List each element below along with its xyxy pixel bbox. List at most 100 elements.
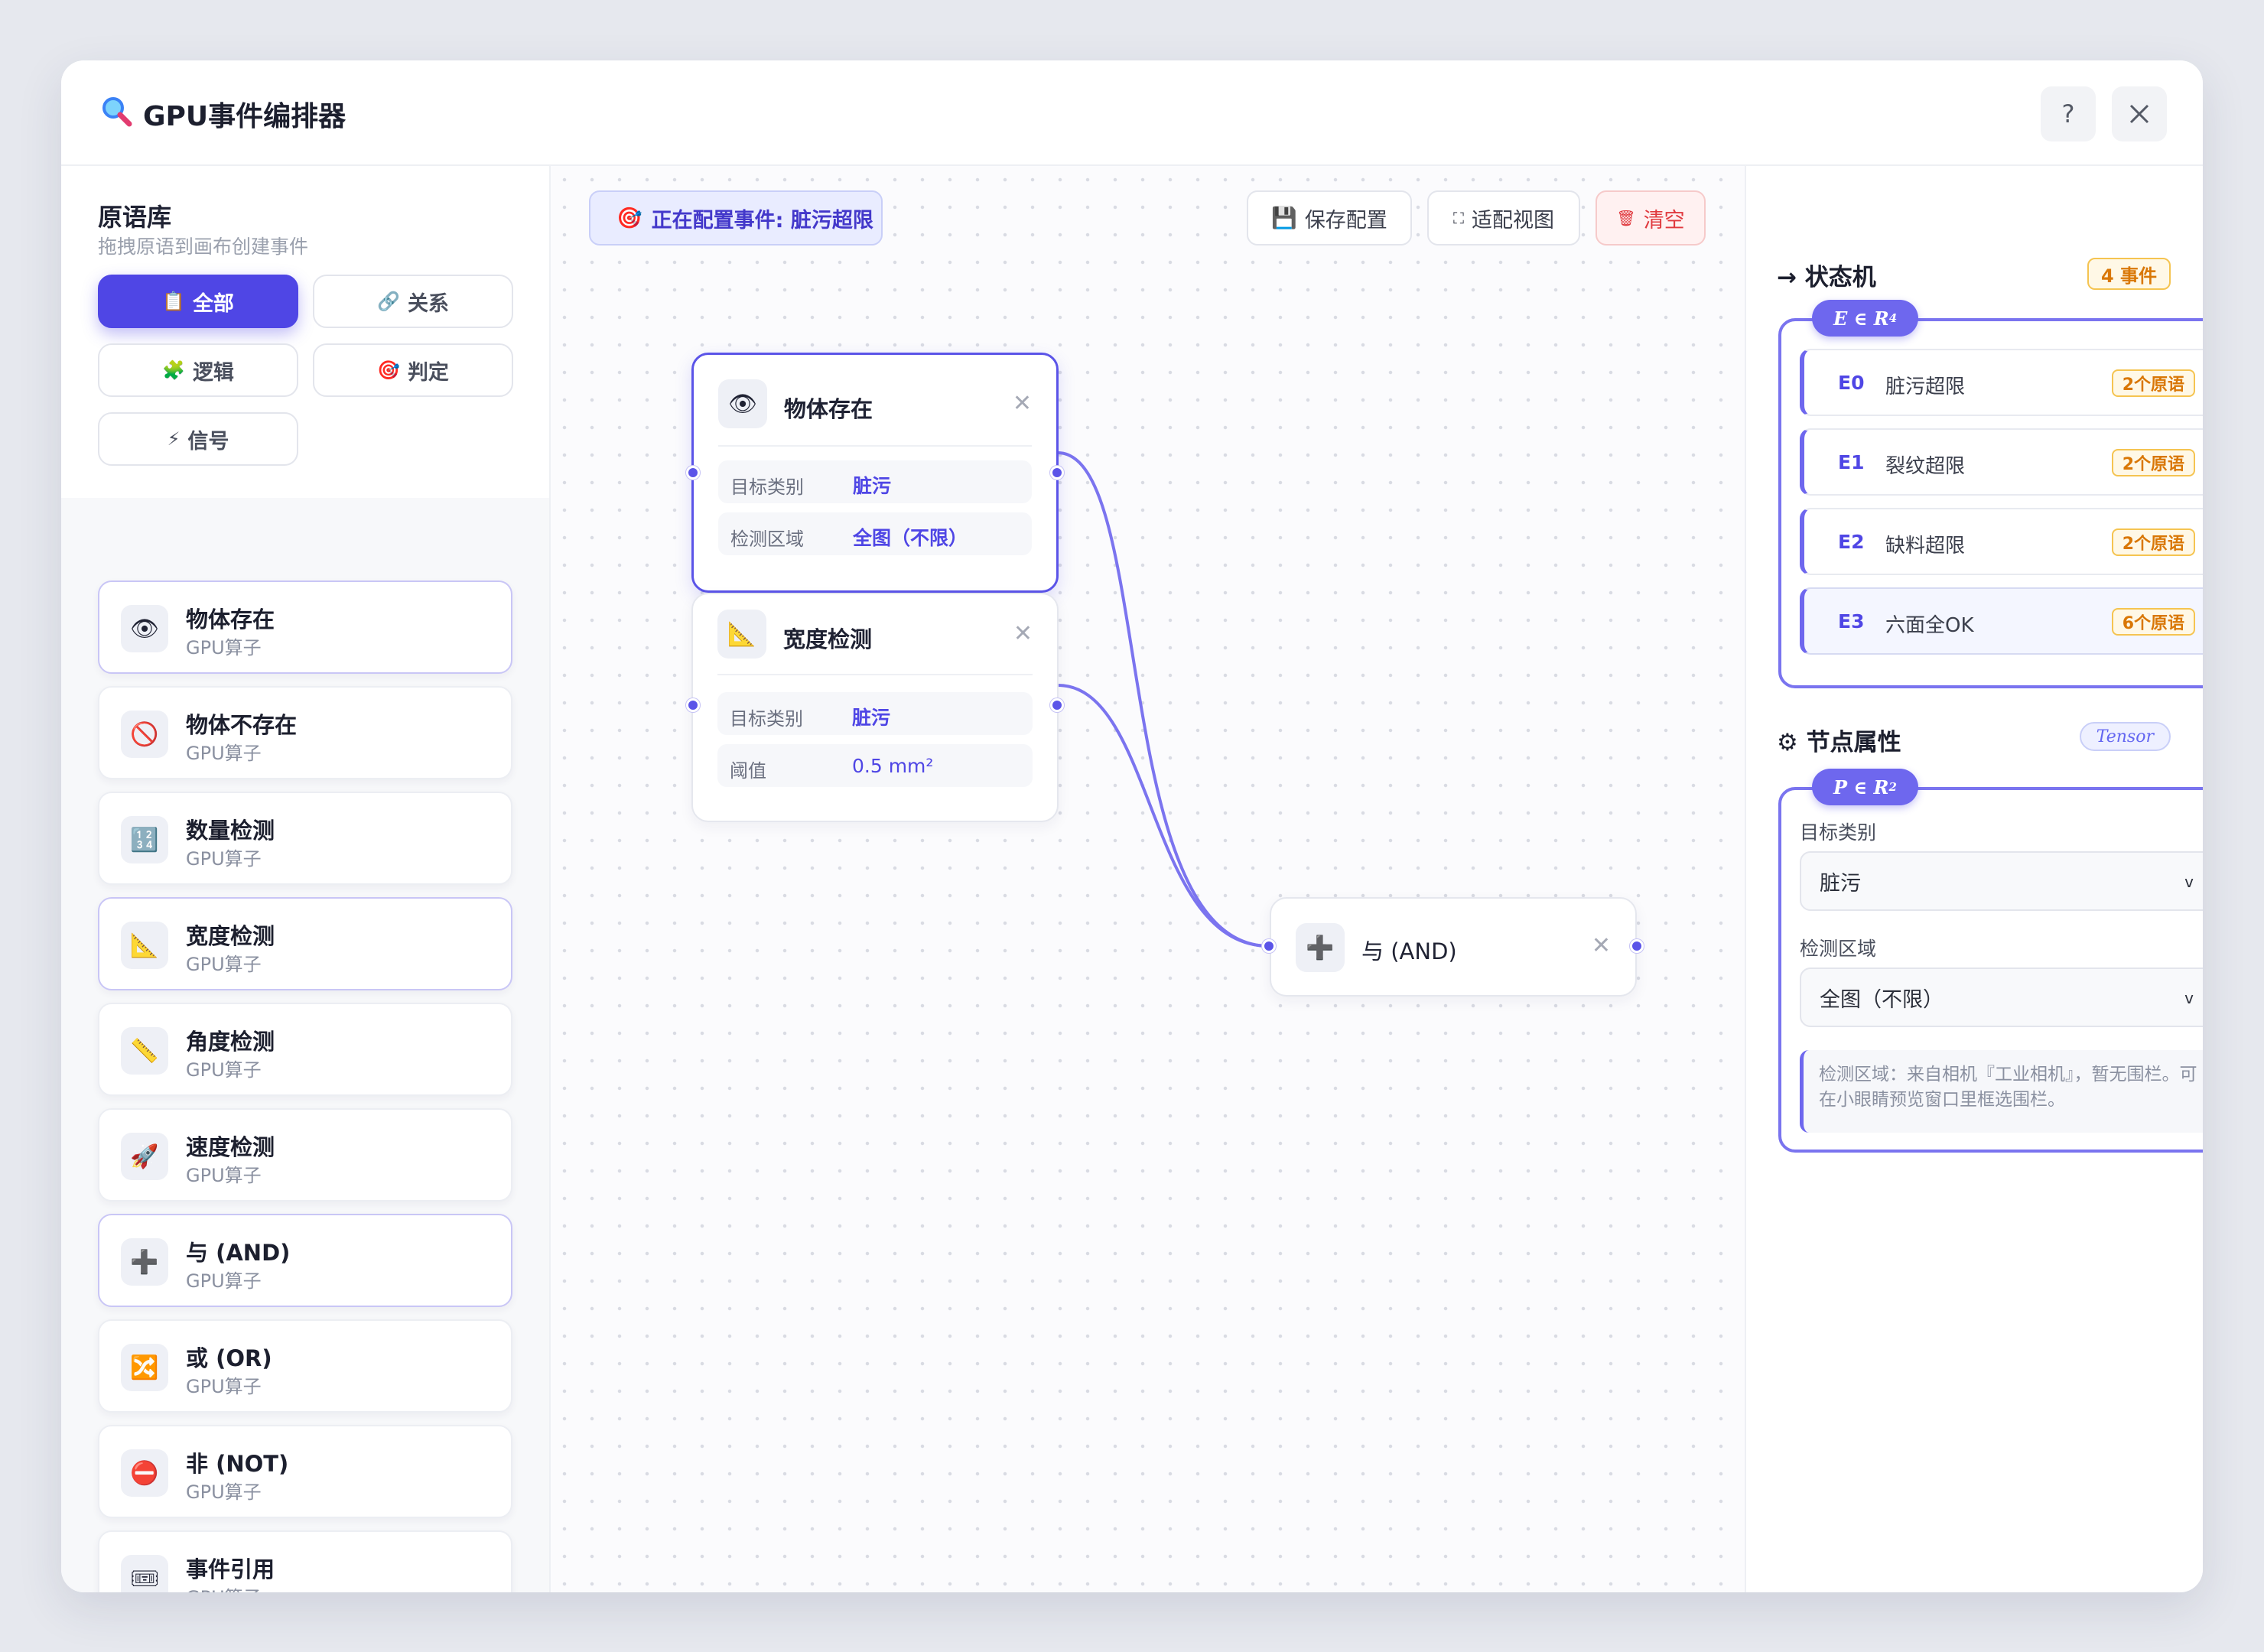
configuring-event-chip: 🎯 正在配置事件: 脏污超限 [589, 190, 883, 246]
param-value: 脏污 [853, 475, 892, 497]
node-and[interactable]: ➕ 与 (AND) ✕ [1270, 897, 1637, 997]
primitive-count-badge: 6个原语 [2111, 608, 2195, 636]
primitive-width-check[interactable]: 📐 宽度检测 GPU算子 [98, 897, 512, 990]
primitive-object-exists[interactable]: 👁 物体存在 GPU算子 [98, 580, 512, 674]
primitive-type: GPU算子 [186, 1582, 262, 1592]
filter-label: 信号 [187, 429, 229, 454]
pill-sup: 4 [1888, 311, 1898, 325]
clipboard-icon: 📋 [162, 291, 185, 312]
wire-exist-to-and [1057, 451, 1270, 948]
save-config-button[interactable]: 💾 保存配置 [1247, 190, 1412, 246]
param-key: 阈值 [730, 760, 766, 782]
node-and-output-port[interactable] [1630, 939, 1644, 953]
fit-view-button[interactable]: ⛶ 适配视图 [1427, 190, 1580, 246]
primitive-or[interactable]: 🔀 或 (OR) GPU算子 [98, 1319, 512, 1413]
node-param-row[interactable]: 检测区域 全图（不限） [718, 512, 1032, 555]
target-icon: 🎯 [377, 359, 400, 381]
event-item-e0[interactable]: E0 脏污超限 2个原语 [1800, 349, 2203, 416]
chevron-down-icon: v [2184, 989, 2194, 1007]
event-name: 脏污超限 [1885, 376, 1966, 398]
node-close-icon[interactable]: ✕ [1592, 932, 1611, 959]
node-props-box: P ∈ R2 目标类别 脏污 v 检测区域 全图（不限） v 检测区域：来自相机… [1778, 769, 2203, 1153]
help-button[interactable]: ? [2041, 86, 2096, 141]
filter-label: 全部 [192, 291, 234, 316]
primitive-and[interactable]: ➕ 与 (AND) GPU算子 [98, 1214, 512, 1307]
node-close-icon[interactable]: ✕ [1013, 390, 1032, 417]
primitive-type: GPU算子 [186, 743, 262, 764]
chevron-down-icon: v [2184, 873, 2194, 891]
field-label: 目标类别 [1800, 821, 1877, 844]
field-label: 检测区域 [1800, 938, 1877, 960]
primitive-type: GPU算子 [186, 954, 262, 975]
param-key: 检测区域 [730, 528, 804, 550]
node-and-input-port[interactable] [1262, 939, 1276, 953]
region-info-note: 检测区域：来自相机『工业相机』，暂无围栏。可在小眼睛预览窗口里框选围栏。 [1800, 1050, 2203, 1133]
numbers-icon: 🔢 [121, 816, 168, 863]
tensor-badge: Tensor [2079, 722, 2171, 751]
primitive-name: 角度检测 [186, 1029, 275, 1055]
primitive-name: 物体不存在 [186, 712, 298, 738]
primitive-speed-check[interactable]: 🚀 速度检测 GPU算子 [98, 1108, 512, 1202]
node-exist-output-port[interactable] [1050, 466, 1064, 480]
puzzle-icon: 🧩 [162, 359, 185, 381]
node-divider [718, 445, 1032, 447]
event-name: 六面全OK [1885, 614, 1974, 637]
filter-all[interactable]: 📋 全部 [98, 275, 298, 328]
filter-label: 关系 [407, 291, 449, 316]
node-width-output-port[interactable] [1050, 698, 1064, 712]
pill-base: E ∈ R [1833, 307, 1889, 330]
fit-view-label: 适配视图 [1472, 208, 1554, 233]
filter-judge[interactable]: 🎯 判定 [313, 343, 513, 397]
target-class-select[interactable]: 脏污 v [1800, 851, 2203, 911]
detect-region-select[interactable]: 全图（不限） v [1800, 967, 2203, 1027]
filter-logic[interactable]: 🧩 逻辑 [98, 343, 298, 397]
triangle-ruler-icon: 📐 [121, 922, 168, 969]
magnifier-icon [102, 97, 132, 127]
select-value: 脏污 [1820, 871, 1861, 896]
ticket-icon: 🎟 [121, 1555, 168, 1592]
node-exist-input-port[interactable] [686, 466, 700, 480]
param-value: 0.5 mm² [852, 755, 934, 777]
node-object-exists[interactable]: 👁 物体存在 ✕ 目标类别 脏污 检测区域 全图（不限） [691, 353, 1059, 593]
primitive-object-absent[interactable]: 🚫 物体不存在 GPU算子 [98, 686, 512, 779]
configuring-event-label: 正在配置事件: 脏污超限 [651, 208, 873, 233]
tensor-pill: E ∈ R4 [1812, 300, 1919, 337]
clear-button[interactable]: 🗑 清空 [1596, 190, 1706, 246]
floppy-icon: 💾 [1271, 206, 1297, 230]
node-param-row[interactable]: 阈值 0.5 mm² [717, 744, 1033, 787]
param-value: 全图（不限） [853, 527, 968, 549]
plus-icon: ➕ [121, 1238, 168, 1286]
primitive-event-ref[interactable]: 🎟 事件引用 GPU算子 [98, 1530, 512, 1592]
primitive-name: 宽度检测 [186, 923, 275, 949]
primitive-type: GPU算子 [186, 848, 262, 870]
filter-relation[interactable]: 🔗 关系 [313, 275, 513, 328]
clear-label: 清空 [1643, 208, 1685, 233]
close-button[interactable] [2112, 86, 2167, 141]
primitive-angle-check[interactable]: 📏 角度检测 GPU算子 [98, 1003, 512, 1096]
primitive-name: 物体存在 [186, 606, 275, 633]
lightning-icon: ⚡ [167, 428, 181, 450]
shuffle-icon: 🔀 [121, 1344, 168, 1391]
node-param-row[interactable]: 目标类别 脏污 [718, 460, 1032, 503]
event-item-e1[interactable]: E1 裂纹超限 2个原语 [1800, 428, 2203, 496]
primitive-type: GPU算子 [186, 1059, 262, 1081]
node-param-row[interactable]: 目标类别 脏污 [717, 692, 1033, 735]
primitive-count-badge: 2个原语 [2111, 528, 2195, 556]
state-machine-title: → 状态机 [1777, 264, 1876, 291]
trash-icon: 🗑 [1616, 209, 1636, 227]
close-icon [2129, 104, 2149, 124]
primitive-count-badge: 2个原语 [2111, 369, 2195, 397]
library-header: 原语库 拖拽原语到画布创建事件 📋 全部 🔗 关系 🧩 逻辑 🎯 判定 ⚡ 信号 [61, 166, 549, 498]
node-close-icon[interactable]: ✕ [1013, 620, 1033, 647]
node-width-check[interactable]: 📐 宽度检测 ✕ 目标类别 脏污 阈值 0.5 mm² [691, 593, 1059, 822]
prohibited-icon: 🚫 [121, 711, 168, 758]
event-item-e3[interactable]: E3 六面全OK 6个原语 [1800, 587, 2203, 655]
event-item-e2[interactable]: E2 缺料超限 2个原语 [1800, 508, 2203, 575]
primitive-count-check[interactable]: 🔢 数量检测 GPU算子 [98, 792, 512, 885]
filter-signal[interactable]: ⚡ 信号 [98, 412, 298, 466]
graph-canvas[interactable]: 🎯 正在配置事件: 脏污超限 💾 保存配置 ⛶ 适配视图 🗑 清空 👁 物体存在… [551, 166, 1745, 1592]
primitive-not[interactable]: ⛔ 非 (NOT) GPU算子 [98, 1425, 512, 1518]
state-machine-box: E ∈ R4 E0 脏污超限 2个原语 E1 裂纹超限 2个原语 E2 缺料超限… [1778, 300, 2203, 688]
node-width-input-port[interactable] [686, 698, 700, 712]
eye-icon: 👁 [718, 379, 767, 428]
